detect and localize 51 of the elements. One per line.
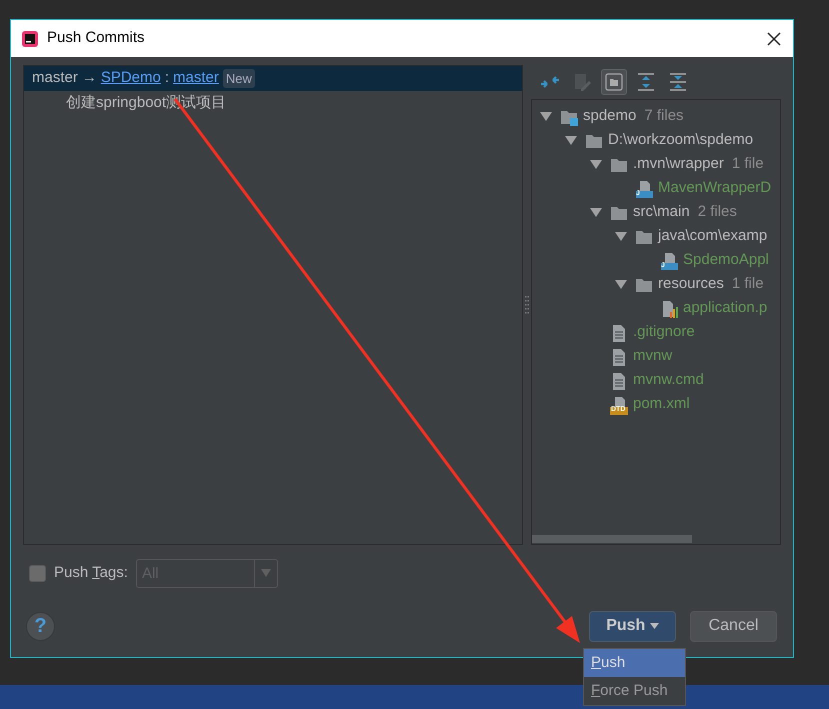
target-branch-link[interactable]: master xyxy=(173,67,219,90)
folder-group-icon xyxy=(603,71,625,93)
branch-name: master xyxy=(32,68,78,88)
checkbox-label[interactable]: Push Tags: xyxy=(54,562,128,584)
dropdown-arrow-icon xyxy=(260,569,271,577)
tree-item-label: .mvn\wrapper xyxy=(633,154,724,174)
menu-item[interactable]: Force Push xyxy=(584,677,685,705)
expand-all-icon xyxy=(635,71,657,93)
push-button[interactable]: Push xyxy=(589,610,676,642)
new-badge: New xyxy=(222,68,255,88)
tree-item-label: mvnw xyxy=(633,346,672,366)
scrollbar-thumb[interactable] xyxy=(532,535,692,543)
file-count: 2 files xyxy=(698,202,737,222)
folder-group-button[interactable] xyxy=(601,69,627,95)
close-icon[interactable] xyxy=(767,32,781,46)
text-file-icon xyxy=(610,322,628,342)
caret-icon xyxy=(650,622,659,629)
tree-item-label: SpdemoAppl xyxy=(683,250,769,270)
tree-item-label: src\main xyxy=(633,202,690,222)
expanded-arrow-icon[interactable] xyxy=(565,135,577,145)
text-file-icon xyxy=(610,370,628,390)
window-title: Push Commits xyxy=(47,28,145,48)
tree-item-label: D:\workzoom\spdemo xyxy=(608,130,754,150)
tree-item-label: mvnw.cmd xyxy=(633,370,704,390)
tree-item-label: java\com\examp xyxy=(658,226,768,246)
tree-item-label: resources xyxy=(658,274,724,294)
remote-link[interactable]: SPDemo xyxy=(100,67,161,90)
branch-row[interactable]: master → SPDemo : master New xyxy=(24,66,522,91)
file-count: 1 file xyxy=(732,274,764,294)
expanded-arrow-icon[interactable] xyxy=(590,207,602,217)
splitter-handle-icon[interactable] xyxy=(525,296,529,314)
expanded-arrow-icon[interactable] xyxy=(590,159,602,169)
file-count: 1 file xyxy=(732,154,764,174)
cancel-button[interactable]: Cancel xyxy=(690,610,777,642)
collapse-all-icon xyxy=(667,71,689,93)
checkbox[interactable] xyxy=(29,564,46,582)
tree-item-label: MavenWrapperD xyxy=(658,178,772,198)
app-icon xyxy=(21,30,39,48)
tree-item-label: .gitignore xyxy=(633,322,695,342)
expanded-arrow-icon[interactable] xyxy=(540,111,552,121)
separator-text: : xyxy=(164,68,170,88)
tree-item-label: application.p xyxy=(683,298,768,318)
expanded-arrow-icon[interactable] xyxy=(615,231,627,241)
tree-item-label: pom.xml xyxy=(633,394,690,414)
file-count: 7 files xyxy=(644,106,684,126)
menu-item[interactable]: Push xyxy=(584,649,685,677)
properties-file-icon xyxy=(660,298,678,318)
text-file-icon xyxy=(610,346,628,366)
arrow-text: → xyxy=(82,68,97,88)
expanded-arrow-icon[interactable] xyxy=(615,279,627,289)
tree-item-label: spdemo xyxy=(583,106,636,126)
